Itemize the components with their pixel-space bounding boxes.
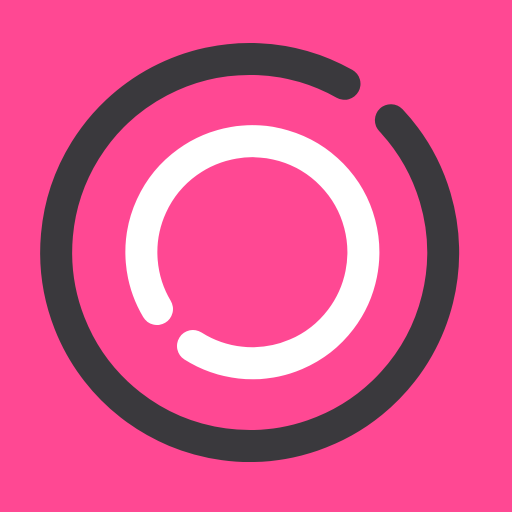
- concentric-rings-logo-icon: [0, 0, 512, 512]
- app-icon: [0, 0, 512, 512]
